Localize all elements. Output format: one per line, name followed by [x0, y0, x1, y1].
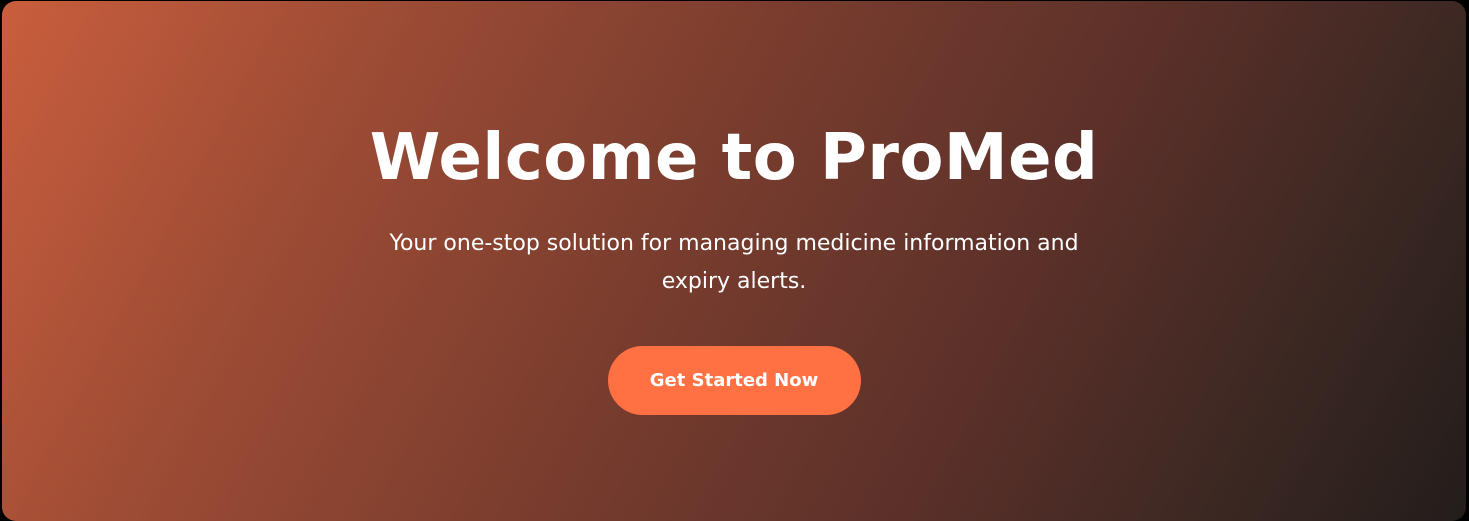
hero-title: Welcome to ProMed — [369, 121, 1099, 195]
hero-banner: Welcome to ProMed Your one-stop solution… — [2, 1, 1466, 521]
get-started-button[interactable]: Get Started Now — [607, 346, 861, 415]
hero-subtitle: Your one-stop solution for managing medi… — [389, 231, 1079, 294]
hero-content: Welcome to ProMed Your one-stop solution… — [2, 119, 1466, 415]
